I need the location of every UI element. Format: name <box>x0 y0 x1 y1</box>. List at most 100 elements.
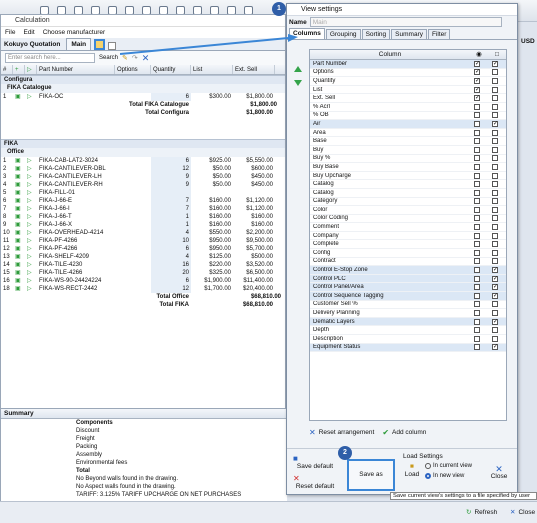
column-row[interactable]: Color Coding <box>310 215 506 224</box>
column-row[interactable]: Complete <box>310 240 506 250</box>
table-row[interactable]: 1 ▣ ▷ FIKA-CAB-LAT2-3024 6 $925.00 $5,550.00 <box>1 157 285 165</box>
column-option-checkbox[interactable] <box>492 103 498 110</box>
quantity-cell[interactable]: 4 <box>151 229 191 237</box>
visible-checkbox[interactable]: ✓ <box>474 95 480 102</box>
column-row[interactable]: Buy Upcharge <box>310 172 506 181</box>
add-column-button[interactable]: ✔ Add column <box>382 428 426 437</box>
menu-edit[interactable]: Edit <box>23 27 34 38</box>
visible-checkbox[interactable] <box>474 310 480 317</box>
table-row[interactable]: 18 ▣ ▷ FIKA-WS-RECT-2442 12 $1,700.00 $20,400.… <box>1 285 285 293</box>
column-option-checkbox[interactable]: ✓ <box>492 267 498 274</box>
column-row[interactable]: Depth <box>310 326 506 335</box>
visible-checkbox[interactable] <box>474 344 480 351</box>
quantity-cell[interactable]: 12 <box>151 165 191 173</box>
visible-checkbox[interactable] <box>474 335 480 342</box>
column-row[interactable]: Category <box>310 198 506 207</box>
part-number-cell[interactable]: FIKA-SHELF-4209 <box>37 253 115 261</box>
search-button[interactable]: Search <box>99 55 118 61</box>
col-header-quantity[interactable]: Quantity <box>151 65 191 74</box>
visible-checkbox[interactable] <box>474 112 480 119</box>
part-number-cell[interactable]: FIKA-OC <box>37 93 115 101</box>
visible-checkbox[interactable] <box>474 275 480 282</box>
table-row[interactable]: 3 ▣ ▷ FIKA-CANTILEVER-LH 9 $50.00 $450.00 <box>1 173 285 181</box>
column-option-checkbox[interactable] <box>492 155 498 162</box>
part-number-cell[interactable]: FIKA-TILE-4266 <box>37 269 115 277</box>
column-row[interactable]: Air ✓ <box>310 120 506 129</box>
quantity-cell[interactable]: 12 <box>151 285 191 293</box>
part-number-cell[interactable]: FIKA-WS-RECT-2442 <box>37 285 115 293</box>
column-row[interactable]: Comment <box>310 223 506 232</box>
group-header[interactable]: FIKA <box>1 139 285 148</box>
visible-checkbox[interactable]: ✓ <box>474 86 480 93</box>
tab-main[interactable]: Main <box>66 38 92 50</box>
column-option-checkbox[interactable] <box>492 138 498 145</box>
quantity-cell[interactable]: 1 <box>151 221 191 229</box>
column-option-checkbox[interactable]: ✓ <box>492 284 498 291</box>
column-option-checkbox[interactable] <box>492 258 498 265</box>
column-row[interactable]: Equipment Status ✓ <box>310 343 506 353</box>
visible-checkbox[interactable] <box>474 267 480 274</box>
visible-checkbox[interactable] <box>474 198 480 205</box>
column-option-checkbox[interactable]: ✓ <box>492 292 498 299</box>
reset-default-button[interactable]: ✕ Reset default <box>293 475 337 491</box>
tab-filter[interactable]: Filter <box>427 29 451 39</box>
column-row[interactable]: Buy Base <box>310 163 506 172</box>
column-row[interactable]: Dematic Layers ✓ <box>310 317 506 327</box>
column-option-checkbox[interactable] <box>492 232 498 239</box>
visible-checkbox[interactable] <box>474 215 480 222</box>
quantity-cell[interactable]: 4 <box>151 253 191 261</box>
view-settings-icon[interactable] <box>94 39 106 50</box>
visible-checkbox[interactable] <box>474 224 480 231</box>
part-number-cell[interactable]: FIKA-WS-90-24424224 <box>37 277 115 285</box>
name-input[interactable]: Main <box>309 17 502 27</box>
table-row[interactable]: 2 ▣ ▷ FIKA-CANTILEVER-DBL 12 $50.00 $600.00 <box>1 165 285 173</box>
column-row[interactable]: Options ✓ <box>310 69 506 78</box>
visible-checkbox[interactable] <box>474 241 480 248</box>
tab-summary[interactable]: Summary <box>391 29 427 39</box>
column-row[interactable]: Config <box>310 249 506 258</box>
col-header-ext-sell[interactable]: Ext. Sell <box>233 65 275 74</box>
quantity-cell[interactable]: 10 <box>151 237 191 245</box>
table-row[interactable]: 12 ▣ ▷ FIKA-PF-4266 6 $950.00 $5,700.00 <box>1 245 285 253</box>
visible-checkbox[interactable]: ✓ <box>474 69 480 76</box>
part-number-cell[interactable]: FIKA-CANTILEVER-DBL <box>37 165 115 173</box>
table-row[interactable]: 15 ▣ ▷ FIKA-TILE-4266 20 $325.00 $6,500.00 <box>1 269 285 277</box>
quantity-cell[interactable]: 6 <box>151 93 191 101</box>
visible-checkbox[interactable] <box>474 129 480 136</box>
menu-choose-manufacturer[interactable]: Choose manufacturer <box>43 27 106 38</box>
quantity-cell[interactable] <box>151 189 191 197</box>
radio-new-view[interactable]: In new view <box>425 473 464 479</box>
speaker-icon[interactable]: ▷ <box>25 65 37 74</box>
expand-icon[interactable]: + <box>13 65 25 74</box>
part-number-cell[interactable]: FIKA-J-66-T <box>37 213 115 221</box>
visible-checkbox[interactable] <box>474 172 480 179</box>
table-row[interactable]: 8 ▣ ▷ FIKA-J-66-T 1 $160.00 $160.00 <box>1 213 285 221</box>
table-row[interactable]: 9 ▣ ▷ FIKA-J-66-X 1 $160.00 $160.00 <box>1 221 285 229</box>
visible-checkbox[interactable] <box>474 163 480 170</box>
quantity-cell[interactable]: 20 <box>151 269 191 277</box>
visible-checkbox[interactable] <box>474 301 480 308</box>
column-row[interactable]: Catalog <box>310 180 506 189</box>
column-option-checkbox[interactable] <box>492 310 498 317</box>
close-dialog-button[interactable]: ✕ Close <box>487 465 511 481</box>
column-option-checkbox[interactable] <box>492 172 498 179</box>
column-option-checkbox[interactable] <box>492 69 498 76</box>
quantity-cell[interactable]: 6 <box>151 245 191 253</box>
column-row[interactable]: Control PLC ✓ <box>310 274 506 284</box>
visible-checkbox[interactable]: ✓ <box>474 60 480 67</box>
column-option-checkbox[interactable]: ✓ <box>492 60 498 67</box>
column-row[interactable]: Contract <box>310 258 506 267</box>
part-number-cell[interactable]: FIKA-TILE-4230 <box>37 261 115 269</box>
column-option-checkbox[interactable]: ✓ <box>492 120 498 127</box>
column-row[interactable]: Color <box>310 206 506 215</box>
part-number-cell[interactable]: FIKA-FILL-01 <box>37 189 115 197</box>
column-row[interactable]: % Acrl <box>310 103 506 112</box>
column-option-checkbox[interactable] <box>492 327 498 334</box>
visible-checkbox[interactable] <box>474 189 480 196</box>
quantity-cell[interactable]: 9 <box>151 181 191 189</box>
move-up-icon[interactable] <box>294 66 302 72</box>
refresh-button[interactable]: ↻ Refresh <box>466 508 497 517</box>
quantity-cell[interactable]: 7 <box>151 205 191 213</box>
table-row[interactable]: 1 ▣ ▷ FIKA-OC 6 $300.00 $1,800.00 <box>1 93 285 101</box>
close-main-button[interactable]: ✕ Close <box>510 508 535 517</box>
